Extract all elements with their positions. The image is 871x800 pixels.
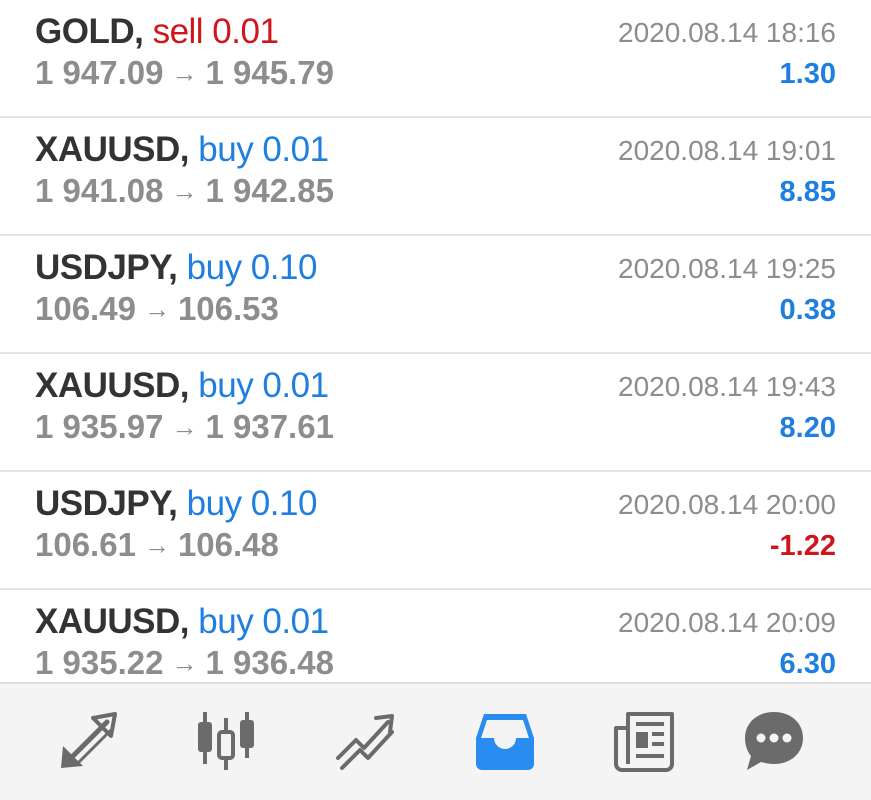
trade-time: 2020.08.14 18:16	[618, 17, 836, 48]
chat-icon	[745, 712, 803, 770]
news-icon	[614, 712, 674, 772]
trade-row[interactable]: GOLD, sell 0.01 1 947.09 → 1 945.79 2020.0…	[0, 0, 871, 118]
trade-action: buy 0.01	[198, 366, 329, 405]
open-price: 106.61	[35, 526, 136, 563]
arrow-right-icon: →	[171, 58, 198, 88]
close-price: 1 942.85	[205, 172, 334, 209]
arrow-right-icon: →	[143, 294, 170, 324]
close-price: 1 936.48	[205, 644, 334, 681]
trade-symbol: USDJPY,	[35, 248, 178, 287]
trade-profit: 0.38	[779, 294, 836, 326]
open-price: 106.49	[35, 290, 136, 327]
trade-action: buy 0.01	[198, 602, 329, 641]
nav-news[interactable]	[610, 706, 680, 776]
open-price: 1 935.97	[35, 408, 164, 445]
close-price: 1 937.61	[205, 408, 334, 445]
quotes-arrows-icon	[61, 712, 117, 768]
arrow-right-icon: →	[171, 648, 198, 678]
trade-time: 2020.08.14 19:01	[618, 135, 836, 166]
trade-symbol: XAUUSD,	[35, 366, 190, 405]
trade-row[interactable]: XAUUSD, buy 0.01 1 935.97 → 1 937.61 2020.…	[0, 354, 871, 472]
trade-time: 2020.08.14 20:00	[618, 489, 836, 520]
close-price: 106.48	[177, 526, 279, 563]
open-price: 1 941.08	[35, 172, 164, 209]
trade-time: 2020.08.14 20:09	[618, 607, 836, 638]
trade-profit: 6.30	[779, 648, 836, 680]
close-price: 106.53	[177, 290, 279, 327]
trade-symbol: XAUUSD,	[35, 130, 190, 169]
trade-symbol: GOLD,	[35, 12, 144, 51]
trade-action: buy 0.10	[186, 248, 318, 287]
arrow-right-icon: →	[143, 530, 170, 560]
trade-profit: 1.30	[779, 58, 836, 90]
history-inbox-icon	[476, 714, 534, 770]
trade-row[interactable]: XAUUSD, buy 0.01 1 941.08 → 1 942.85 2020.…	[0, 118, 871, 236]
close-price: 1 945.79	[205, 54, 334, 91]
trade-row[interactable]: XAUUSD, buy 0.01 1 935.22 → 1 936.48 2020.…	[0, 590, 871, 682]
trade-time: 2020.08.14 19:43	[618, 371, 836, 402]
trade-row[interactable]: USDJPY, buy 0.10 106.49 → 106.53 2020.08.1…	[0, 236, 871, 354]
open-price: 1 935.22	[35, 644, 164, 681]
nav-trade[interactable]	[330, 706, 400, 776]
trade-action: buy 0.10	[186, 484, 318, 523]
trade-row[interactable]: USDJPY, buy 0.10 106.61 → 106.48 2020.08.1…	[0, 472, 871, 590]
trade-action: sell 0.01	[152, 12, 279, 51]
arrow-right-icon: →	[171, 176, 198, 206]
trade-profit: 8.85	[779, 176, 836, 208]
candlestick-chart-icon	[198, 712, 254, 770]
nav-history[interactable]	[470, 706, 540, 776]
trade-history-list[interactable]: GOLD, sell 0.01 1 947.09 → 1 945.79 2020.0…	[0, 0, 871, 682]
nav-chat[interactable]	[739, 706, 809, 776]
nav-quotes[interactable]	[53, 706, 123, 776]
trade-symbol: XAUUSD,	[35, 602, 190, 641]
bottom-navigation-bar	[0, 682, 871, 800]
trade-symbol: USDJPY,	[35, 484, 178, 523]
trade-profit: -1.22	[769, 530, 836, 562]
trade-profit: 8.20	[779, 412, 836, 444]
open-price: 1 947.09	[35, 54, 164, 91]
arrow-right-icon: →	[171, 412, 198, 442]
trade-trend-icon	[336, 714, 394, 770]
trade-action: buy 0.01	[198, 130, 329, 169]
trade-time: 2020.08.14 19:25	[618, 253, 836, 284]
nav-chart[interactable]	[191, 706, 261, 776]
